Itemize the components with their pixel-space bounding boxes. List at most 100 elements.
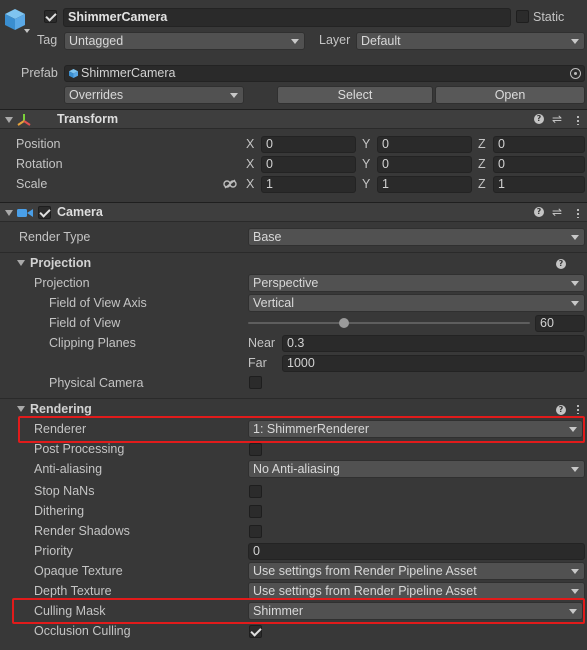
fov-axis-dropdown[interactable]: Vertical <box>248 294 585 312</box>
static-toggle[interactable] <box>516 10 529 23</box>
post-processing-toggle[interactable] <box>249 443 262 456</box>
position-y-field[interactable]: 0 <box>377 136 472 153</box>
prefab-cube-icon <box>69 69 78 78</box>
opaque-texture-label: Opaque Texture <box>34 564 123 578</box>
occlusion-culling-toggle[interactable] <box>249 625 262 638</box>
axis-y-label: Y <box>362 177 371 191</box>
object-picker-icon[interactable] <box>570 68 581 79</box>
foldout-arrow-icon[interactable] <box>5 210 13 216</box>
foldout-arrow-icon[interactable] <box>17 406 25 412</box>
fov-value-field[interactable]: 60 <box>535 315 585 332</box>
axis-y-label: Y <box>362 157 371 171</box>
rotation-x-field[interactable]: 0 <box>261 156 356 173</box>
fov-slider-track[interactable] <box>248 318 530 328</box>
render-type-label: Render Type <box>19 230 91 244</box>
camera-header[interactable]: Camera ? ⇌ <box>0 202 587 222</box>
gameobject-cube-icon <box>5 9 25 30</box>
renderer-highlight-box <box>18 416 585 443</box>
foldout-arrow-icon[interactable] <box>5 117 13 123</box>
constrain-proportions-link-icon[interactable] <box>223 179 237 189</box>
icon-dropdown-caret-icon[interactable] <box>24 29 30 33</box>
prefab-select-button[interactable]: Select <box>277 86 433 104</box>
overrides-dropdown[interactable]: Overrides <box>64 86 244 104</box>
dithering-toggle[interactable] <box>249 505 262 518</box>
object-name-field[interactable]: ShimmerCamera <box>63 8 511 27</box>
layer-dropdown[interactable]: Default <box>356 32 585 50</box>
depth-texture-label: Depth Texture <box>34 584 112 598</box>
post-processing-label: Post Processing <box>34 442 125 456</box>
far-label: Far <box>248 356 267 370</box>
priority-field[interactable]: 0 <box>248 543 585 560</box>
chevron-down-icon <box>571 281 579 286</box>
fov-slider-thumb[interactable] <box>338 318 349 328</box>
physical-camera-toggle[interactable] <box>249 376 262 389</box>
tag-value: Untagged <box>69 34 124 48</box>
opaque-texture-dropdown[interactable]: Use settings from Render Pipeline Asset <box>248 562 585 580</box>
rotation-y-field[interactable]: 0 <box>377 156 472 173</box>
overrides-label: Overrides <box>69 88 124 102</box>
far-field[interactable]: 1000 <box>282 355 585 372</box>
layer-label: Layer <box>319 33 351 47</box>
render-type-value: Base <box>253 230 282 244</box>
chevron-down-icon <box>571 467 579 472</box>
help-icon[interactable]: ? <box>534 114 544 124</box>
position-label: Position <box>16 137 61 151</box>
stop-nans-toggle[interactable] <box>249 485 262 498</box>
position-x-field[interactable]: 0 <box>261 136 356 153</box>
projection-dropdown[interactable]: Perspective <box>248 274 585 292</box>
foldout-arrow-icon[interactable] <box>17 260 25 266</box>
scale-x-field[interactable]: 1 <box>261 176 356 193</box>
near-label: Near <box>248 336 276 350</box>
section-divider <box>0 398 587 399</box>
depth-texture-value: Use settings from Render Pipeline Asset <box>253 584 477 598</box>
axis-x-label: X <box>246 177 255 191</box>
chevron-down-icon <box>571 569 579 574</box>
chevron-down-icon <box>571 301 579 306</box>
fov-label: Field of View <box>49 316 121 330</box>
kebab-menu-icon[interactable] <box>577 404 579 414</box>
transform-title: Transform <box>57 112 119 126</box>
culling-mask-highlight-box <box>12 598 585 624</box>
active-toggle[interactable] <box>44 10 57 23</box>
static-label: Static <box>533 10 565 24</box>
projection-value: Perspective <box>253 276 319 290</box>
projection-title[interactable]: Projection <box>30 255 91 271</box>
anti-aliasing-dropdown[interactable]: No Anti-aliasing <box>248 460 585 478</box>
dithering-label: Dithering <box>34 504 85 518</box>
clipping-planes-label: Clipping Planes <box>49 336 136 350</box>
help-icon[interactable]: ? <box>534 207 544 217</box>
presets-icon[interactable]: ⇌ <box>552 112 562 126</box>
kebab-menu-icon[interactable] <box>577 115 579 125</box>
near-field[interactable]: 0.3 <box>282 335 585 352</box>
camera-enabled-toggle[interactable] <box>38 206 51 219</box>
section-divider <box>0 252 587 253</box>
prefab-field[interactable]: ShimmerCamera <box>64 65 585 82</box>
anti-aliasing-label: Anti-aliasing <box>34 462 103 476</box>
axis-z-label: Z <box>478 137 486 151</box>
render-shadows-toggle[interactable] <box>249 525 262 538</box>
position-z-field[interactable]: 0 <box>493 136 585 153</box>
physical-camera-label: Physical Camera <box>49 376 144 390</box>
axis-z-label: Z <box>478 157 486 171</box>
chevron-down-icon <box>571 39 579 44</box>
help-icon[interactable]: ? <box>556 405 566 415</box>
scale-y-field[interactable]: 1 <box>377 176 472 193</box>
rendering-title[interactable]: Rendering <box>30 401 92 417</box>
chevron-down-icon <box>291 39 299 44</box>
anti-aliasing-value: No Anti-aliasing <box>253 462 340 476</box>
render-shadows-label: Render Shadows <box>34 524 130 538</box>
rotation-label: Rotation <box>16 157 63 171</box>
transform-header[interactable]: Transform ? ⇌ <box>0 109 587 129</box>
tag-label: Tag <box>37 33 58 47</box>
kebab-menu-icon[interactable] <box>577 208 579 218</box>
presets-icon[interactable]: ⇌ <box>552 205 562 219</box>
render-type-dropdown[interactable]: Base <box>248 228 585 246</box>
fov-axis-label: Field of View Axis <box>49 296 147 310</box>
tag-dropdown[interactable]: Untagged <box>64 32 305 50</box>
axis-x-label: X <box>246 137 255 151</box>
rotation-z-field[interactable]: 0 <box>493 156 585 173</box>
prefab-open-button[interactable]: Open <box>435 86 585 104</box>
help-icon[interactable]: ? <box>556 259 566 269</box>
scale-z-field[interactable]: 1 <box>493 176 585 193</box>
camera-title: Camera <box>57 205 103 219</box>
